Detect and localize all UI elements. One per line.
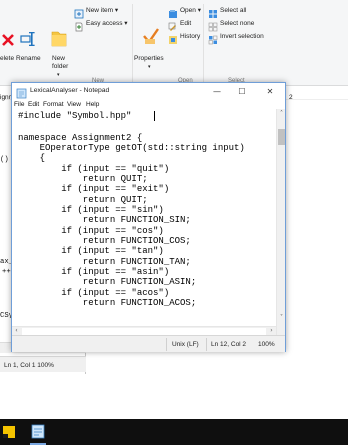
rename-label[interactable]: Rename [16,55,41,63]
background-status-text: Ln 1, Col 1 100% [4,362,54,369]
scroll-right-arrow-icon[interactable]: › [267,327,276,334]
new-folder-label-2[interactable]: folder [52,63,68,71]
taskbar [0,419,348,445]
ribbon-separator [203,4,204,82]
text-caret [154,111,155,121]
edit-icon[interactable] [168,19,178,31]
status-zoom: 100% [258,341,275,348]
easy-access-text: Easy access [86,20,123,27]
select-all-label[interactable]: Select all [220,7,246,15]
menu-help[interactable]: Help [86,100,99,109]
code-line: if (input == "acos") [18,288,170,298]
vertical-scrollbar[interactable]: ˄ ˅ [276,109,285,335]
properties-icon[interactable] [142,26,160,46]
status-cursor-position: Ln 12, Col 2 [211,341,247,348]
open-icon[interactable] [168,6,178,18]
scroll-up-arrow-icon[interactable]: ˄ [277,110,286,117]
new-folder-dropdown-icon[interactable]: ▾ [57,71,60,79]
horizontal-scrollbar[interactable]: ‹ › [12,326,276,335]
sticky-notes-icon [3,426,15,438]
menu-format[interactable]: Format [43,100,64,109]
code-line: namespace Assignment2 { [18,133,143,143]
edit-label[interactable]: Edit [180,20,191,28]
code-line: EOperatorType getOT(std::string input) [18,143,245,153]
new-item-icon[interactable] [74,6,84,19]
taskbar-app-sticky[interactable] [0,419,22,445]
code-line: if (input == "cos") [18,226,164,236]
history-label[interactable]: History [180,33,200,41]
select-all-icon[interactable] [208,6,218,18]
easy-access-icon[interactable] [74,19,84,32]
horizontal-scroll-thumb[interactable] [22,328,266,335]
explorer-ribbon: elete Rename New folder ▾ New item ▾ Eas… [0,0,348,86]
ribbon-separator [132,4,133,82]
code-line: if (input == "tan") [18,246,164,256]
delete-label[interactable]: elete [0,55,14,63]
new-folder-label[interactable]: New [52,55,65,63]
properties-label[interactable]: Properties [134,55,164,63]
code-line: return FUNCTION_ASIN; [18,277,197,287]
taskbar-app-notepad[interactable] [27,419,49,445]
code-line: if (input == "sin") [18,205,164,215]
open-text: Open [180,7,196,14]
title-bar[interactable]: LexicalAnalyser - Notepad — ☐ ✕ [12,83,285,100]
code-line: #include "Symbol.hpp" [18,111,132,121]
code-line: return FUNCTION_SIN; [18,215,191,225]
code-line: if (input == "quit") [18,164,170,174]
new-folder-icon[interactable] [50,28,68,48]
select-none-label[interactable]: Select none [220,20,254,28]
status-separator [166,338,167,351]
scroll-down-arrow-icon[interactable]: ˅ [277,314,286,321]
invert-selection-icon[interactable] [208,32,218,45]
status-separator [206,338,207,351]
status-line-ending: Unix (LF) [172,341,199,348]
background-status-bar: Ln 1, Col 1 100% [0,356,86,372]
text-editor[interactable]: #include "Symbol.hpp" namespace Assignme… [12,109,276,335]
close-button[interactable]: ✕ [258,83,282,100]
code-line: return FUNCTION_ACOS; [18,298,197,308]
menu-bar: File Edit Format View Help [12,100,285,109]
new-item-label[interactable]: New item ▾ [86,7,118,15]
invert-selection-label[interactable]: Invert selection [220,33,264,41]
scroll-left-arrow-icon[interactable]: ‹ [12,327,21,334]
select-none-icon[interactable] [208,19,218,32]
background-text-fragment: 2 [289,94,293,101]
easy-access-label[interactable]: Easy access ▾ [86,20,128,28]
background-text-fragment: () [0,156,9,164]
notepad-app-icon [16,86,27,99]
status-bar: Unix (LF) Ln 12, Col 2 100% [12,335,285,352]
code-line: return FUNCTION_TAN; [18,257,191,267]
code-line: return FUNCTION_COS; [18,236,191,246]
menu-view[interactable]: View [67,100,81,109]
menu-file[interactable]: File [14,100,24,109]
maximize-button[interactable]: ☐ [230,83,254,100]
window-title: LexicalAnalyser - Notepad [30,87,110,94]
properties-dropdown-icon[interactable]: ▾ [148,63,151,71]
code-line: if (input == "asin") [18,267,170,277]
new-item-text: New item [86,7,114,14]
minimize-button[interactable]: — [205,83,229,100]
history-icon[interactable] [168,32,178,44]
delete-icon[interactable] [1,33,15,47]
code-line: if (input == "exit") [18,184,170,194]
code-line: return QUIT; [18,174,148,184]
notepad-window[interactable]: LexicalAnalyser - Notepad — ☐ ✕ File Edi… [11,82,286,352]
vertical-scroll-thumb[interactable] [278,129,285,145]
menu-edit[interactable]: Edit [28,100,39,109]
notepad-taskbar-icon [31,424,45,439]
rename-icon[interactable] [20,30,36,48]
code-line: { [18,153,46,163]
code-line: return QUIT; [18,195,148,205]
open-label[interactable]: Open ▾ [180,7,201,15]
